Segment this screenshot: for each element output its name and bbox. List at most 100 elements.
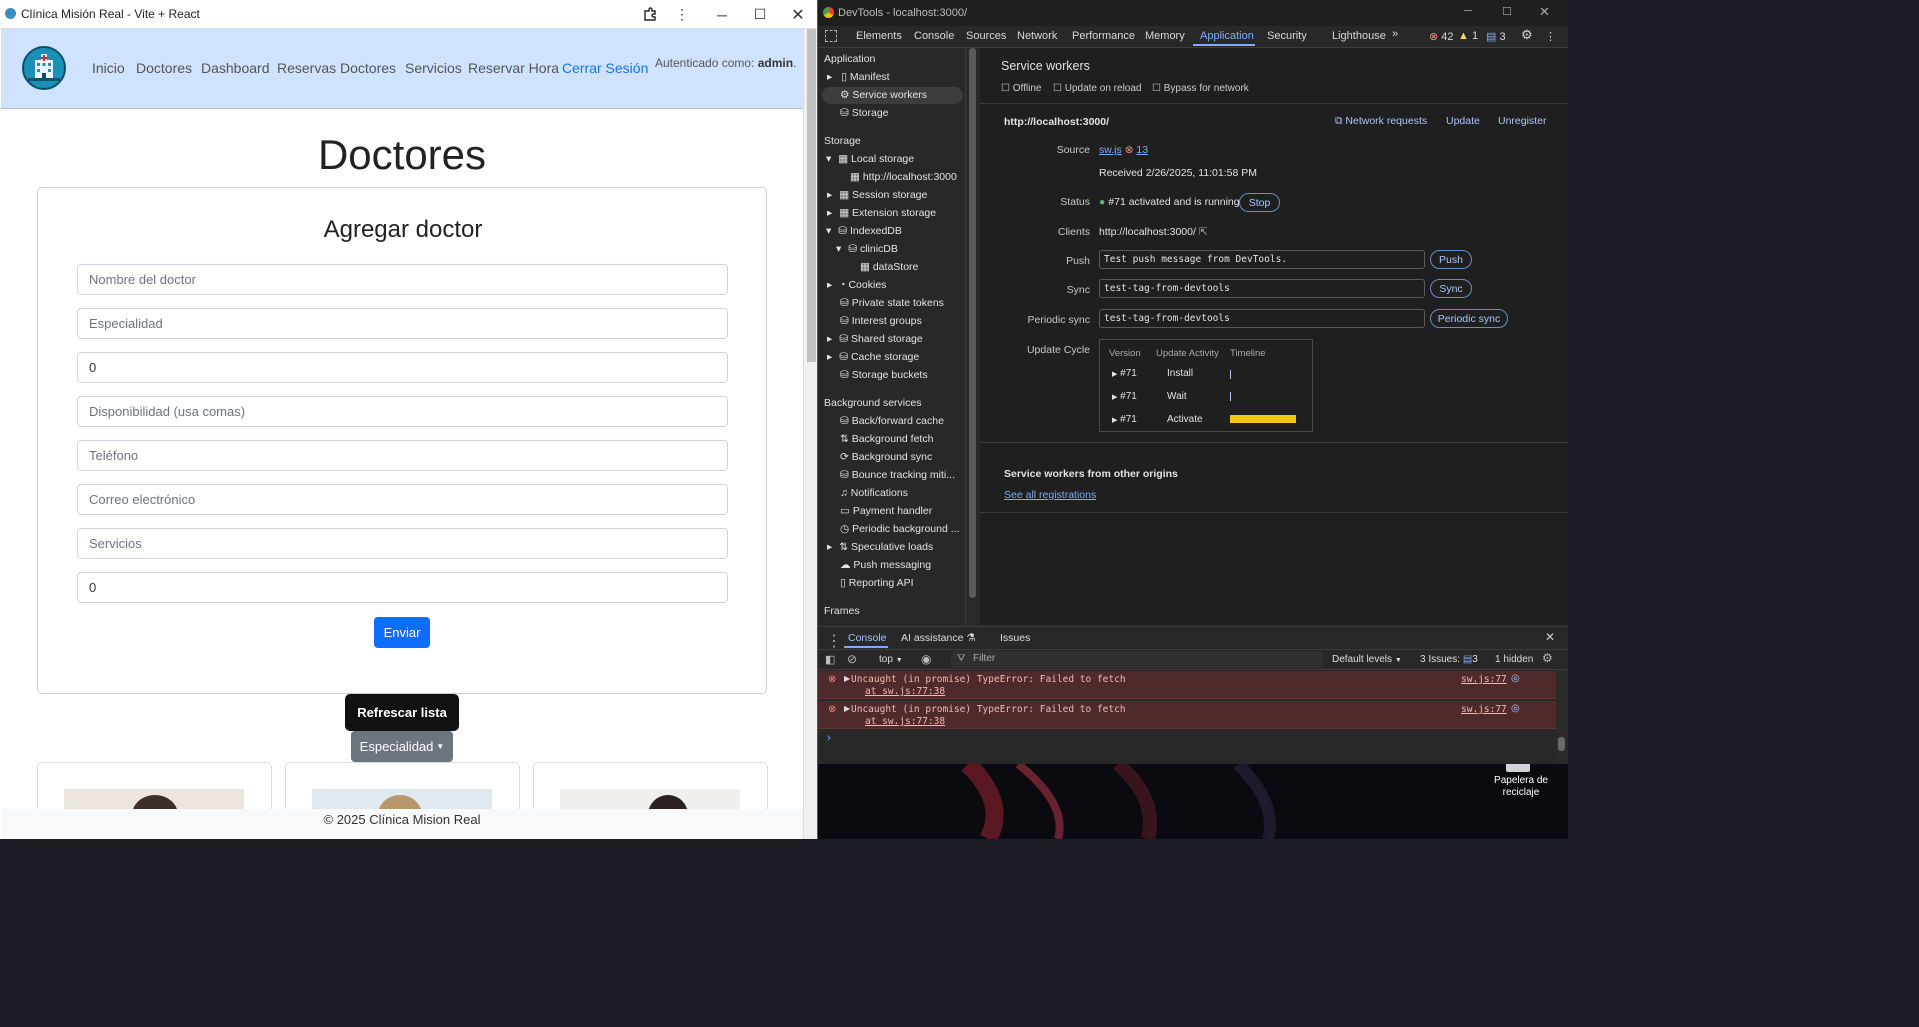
app-scrollbar-thumb[interactable]: [807, 29, 816, 362]
unregister-link[interactable]: Unregister: [1498, 115, 1546, 127]
expand-icon[interactable]: ▶: [844, 704, 850, 713]
nav-reservar-hora[interactable]: Reservar Hora: [468, 60, 559, 76]
sidebar-item-bfcache[interactable]: ⛁ Back/forward cache: [840, 415, 944, 432]
uc-row-install[interactable]: ▶ #71: [1112, 368, 1137, 379]
recycle-bin-label[interactable]: Papelera de reciclaje: [1488, 775, 1554, 799]
nav-cerrar-sesion[interactable]: Cerrar Sesión: [562, 60, 648, 76]
sidebar-item-shared-storage[interactable]: ▸ ⛁ Shared storage: [827, 333, 923, 350]
clinic-logo[interactable]: [22, 46, 66, 90]
more-tabs-icon[interactable]: »: [1392, 28, 1398, 40]
more-options-icon[interactable]: ⋮: [1545, 30, 1556, 43]
sidebar-item-cookies[interactable]: ▸ ◔ Cookies: [827, 279, 886, 296]
stop-button[interactable]: Stop: [1239, 193, 1280, 212]
error-line-2[interactable]: at sw.js:77:38: [851, 686, 1126, 698]
sidebar-item-session-storage[interactable]: ▸ ▦ Session storage: [827, 189, 927, 206]
nav-doctores-2[interactable]: Doctores: [340, 60, 396, 76]
periodic-sync-input[interactable]: [1099, 309, 1425, 328]
nav-dashboard[interactable]: Dashboard: [201, 60, 270, 76]
error-line-2[interactable]: at sw.js:77:38: [851, 716, 1126, 728]
sidebar-item-storage[interactable]: ⛁ Storage: [840, 107, 889, 124]
sidebar-item-push-messaging[interactable]: ☁ Push messaging: [840, 559, 931, 576]
drawer-tab-console[interactable]: Console: [848, 632, 887, 644]
clear-console-icon[interactable]: ⊘: [847, 652, 857, 666]
sidebar-scrollbar-thumb[interactable]: [969, 48, 976, 598]
sidebar-toggle-icon[interactable]: ◧: [825, 653, 835, 666]
offline-checkbox[interactable]: ☐ Offline: [1001, 83, 1041, 94]
doctor-name-input[interactable]: [77, 264, 728, 295]
sidebar-item-manifest[interactable]: ▸ ▯ Manifest: [827, 71, 890, 88]
availability-input[interactable]: [77, 396, 728, 427]
error-stack-link[interactable]: at sw.js:77:38: [865, 716, 945, 727]
sidebar-item-interest-groups[interactable]: ⛁ Interest groups: [840, 315, 922, 332]
app-scrollbar[interactable]: [803, 29, 817, 839]
settings-gear-icon[interactable]: ⚙: [1521, 27, 1533, 43]
periodic-sync-button[interactable]: Periodic sync: [1430, 309, 1508, 328]
refresh-list-button[interactable]: Refrescar lista: [345, 694, 459, 731]
drawer-tab-issues[interactable]: Issues: [1000, 632, 1030, 644]
error-count-badge[interactable]: ⊗ 42: [1429, 30, 1454, 43]
error-stack-link[interactable]: at sw.js:77:38: [865, 686, 945, 697]
sidebar-item-background-sync[interactable]: ⟳ Background sync: [840, 451, 932, 468]
drawer-menu-icon[interactable]: ⋮: [826, 631, 842, 651]
sidebar-scrollbar[interactable]: [967, 48, 979, 625]
sync-button[interactable]: Sync: [1430, 279, 1472, 298]
dt-minimize-button[interactable]: ─: [1464, 5, 1472, 17]
issues-counter[interactable]: 3 Issues: ▤3: [1420, 654, 1478, 665]
minimize-button[interactable]: ─: [703, 0, 741, 29]
inspect-icon[interactable]: [825, 30, 837, 42]
uc-row-activate[interactable]: ▶ #71: [1112, 414, 1137, 425]
number-input-1[interactable]: [77, 352, 728, 383]
error-source-link[interactable]: sw.js:77: [1461, 704, 1507, 715]
sidebar-item-clinicdb[interactable]: ▾ ⛁ clinicDB: [836, 243, 898, 260]
console-prompt-icon[interactable]: ›: [827, 732, 831, 744]
close-button[interactable]: ✕: [779, 0, 817, 29]
source-file-link[interactable]: sw.js: [1099, 144, 1122, 156]
sidebar-item-datastore[interactable]: ▦ dataStore: [860, 261, 918, 278]
nav-doctores[interactable]: Doctores: [136, 60, 192, 76]
tab-application[interactable]: Application: [1200, 30, 1254, 42]
console-scrollbar-thumb[interactable]: [1558, 737, 1565, 751]
submit-button[interactable]: Enviar: [374, 617, 430, 648]
tab-performance[interactable]: Performance: [1072, 30, 1135, 42]
sidebar-item-bounce-tracking[interactable]: ⛁ Bounce tracking miti...: [840, 469, 955, 486]
sync-input[interactable]: [1099, 279, 1425, 298]
sidebar-item-localhost[interactable]: ▦ http://localhost:3000: [850, 171, 957, 188]
sidebar-item-speculative-loads[interactable]: ▸ ⇅ Speculative loads: [827, 541, 933, 558]
nav-inicio[interactable]: Inicio: [92, 60, 125, 76]
phone-input[interactable]: [77, 440, 728, 471]
services-input[interactable]: [77, 528, 728, 559]
sidebar-item-indexeddb[interactable]: ▾ ⛁ IndexedDB: [826, 225, 902, 242]
dt-maximize-button[interactable]: ☐: [1502, 5, 1512, 18]
sidebar-item-service-workers[interactable]: ⚙ Service workers: [840, 89, 927, 106]
push-button[interactable]: Push: [1430, 250, 1472, 269]
console-error-row[interactable]: ⊗ ▶ Uncaught (in promise) TypeError: Fai…: [818, 701, 1556, 729]
sidebar-item-extension-storage[interactable]: ▸ ▦ Extension storage: [827, 207, 936, 224]
maximize-button[interactable]: ☐: [741, 0, 779, 29]
nav-reservas[interactable]: Reservas: [277, 60, 336, 76]
dt-close-button[interactable]: ✕: [1539, 4, 1550, 20]
recycle-bin-icon[interactable]: [1506, 764, 1530, 772]
sidebar-item-notifications[interactable]: ♫ Notifications: [840, 487, 908, 504]
filter-box[interactable]: ⛛ Filter: [951, 651, 1323, 668]
sidebar-item-private-state-tokens[interactable]: ⛁ Private state tokens: [840, 297, 944, 314]
console-error-row[interactable]: ⊗ ▶ Uncaught (in promise) TypeError: Fai…: [818, 671, 1556, 699]
sidebar-item-payment-handler[interactable]: ▭ Payment handler: [840, 505, 932, 522]
specialty-dropdown[interactable]: Especialidad ▼: [351, 731, 453, 762]
network-requests-link[interactable]: ⧉ Network requests: [1335, 115, 1427, 128]
console-settings-gear-icon[interactable]: ⚙: [1542, 651, 1553, 665]
push-input[interactable]: [1099, 250, 1425, 269]
specialty-input[interactable]: [77, 308, 728, 339]
tab-memory[interactable]: Memory: [1145, 30, 1185, 42]
doctor-card[interactable]: [37, 762, 272, 809]
sidebar-item-storage-buckets[interactable]: ⛁ Storage buckets: [840, 369, 928, 386]
nav-servicios[interactable]: Servicios: [405, 60, 462, 76]
update-link[interactable]: Update: [1446, 115, 1480, 127]
expand-icon[interactable]: ▶: [844, 674, 850, 683]
tab-console[interactable]: Console: [914, 30, 954, 42]
focus-client-icon[interactable]: ⇱: [1199, 226, 1208, 238]
update-on-reload-checkbox[interactable]: ☐ Update on reload: [1053, 83, 1141, 94]
sidebar-item-reporting-api[interactable]: ▯ Reporting API: [840, 577, 914, 594]
live-expression-eye-icon[interactable]: ◉: [921, 652, 931, 666]
drawer-tab-ai-assistance[interactable]: AI assistance ⚗: [901, 632, 976, 644]
issues-count-badge[interactable]: ▤ 3: [1486, 30, 1506, 43]
